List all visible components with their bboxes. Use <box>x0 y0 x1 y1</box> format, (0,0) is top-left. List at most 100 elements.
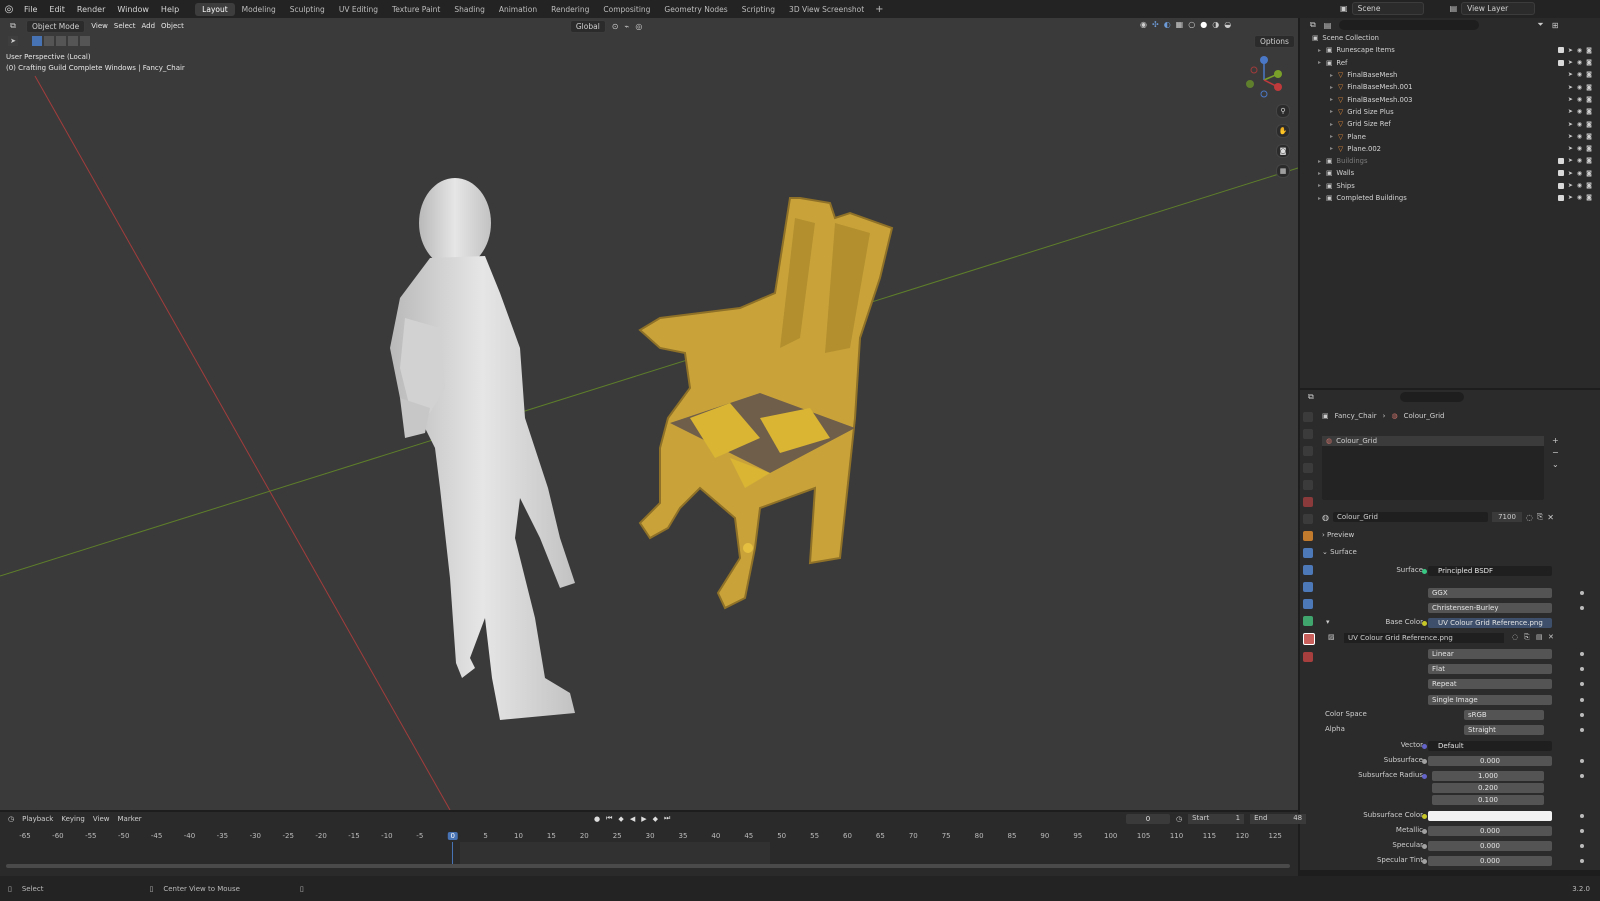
exclude-checkbox[interactable] <box>1557 157 1564 164</box>
exclude-checkbox[interactable] <box>1557 59 1564 66</box>
camera-icon[interactable]: ◙ <box>1586 121 1592 128</box>
outliner-row[interactable]: ▸ ▽ FinalBaseMesh.001 ➤ ◉ ◙ <box>1300 81 1600 93</box>
fake-user-icon[interactable]: ◌ <box>1526 513 1533 522</box>
keyframe-dot[interactable] <box>1580 667 1584 671</box>
output-tab-icon[interactable] <box>1303 446 1313 456</box>
source-dropdown[interactable]: Single Image <box>1428 695 1552 705</box>
eye-icon[interactable]: ◉ <box>1577 96 1582 103</box>
transform-orientation-selector[interactable]: Global <box>569 19 606 33</box>
expand-arrow-icon[interactable]: ▸ <box>1330 121 1338 128</box>
viewport-menu-add[interactable]: Add <box>141 22 155 30</box>
expand-arrow-icon[interactable]: ▸ <box>1330 84 1338 91</box>
keyframe-dot[interactable] <box>1580 698 1584 702</box>
keyframe-dot[interactable] <box>1580 652 1584 656</box>
expand-arrow-icon[interactable]: ▸ <box>1318 59 1326 66</box>
camera-icon[interactable]: ◙ <box>1586 108 1592 115</box>
wireframe-shading-icon[interactable]: ○ <box>1188 20 1195 29</box>
timeline-ruler[interactable]: -65 -60 -55 -50 -45 -40 -35 -30 -25 -20 -15 -10 -5 0 5… <box>0 812 1298 846</box>
camera-icon[interactable]: ◙ <box>1586 47 1592 54</box>
outliner-search-input[interactable] <box>1339 20 1480 30</box>
pan-hand-icon[interactable]: ✋ <box>1276 124 1290 138</box>
proportional-edit-icon[interactable]: ◎ <box>635 22 642 31</box>
subsurface-radius-x-field[interactable]: 1.000 <box>1432 771 1544 781</box>
vector-field[interactable]: Default <box>1428 741 1552 751</box>
tab-uv-editing[interactable]: UV Editing <box>332 3 385 16</box>
eye-icon[interactable]: ◉ <box>1577 108 1582 115</box>
expand-arrow-icon[interactable]: ▸ <box>1330 108 1338 115</box>
camera-view-icon[interactable]: ◙ <box>1276 144 1290 158</box>
overlay-icon[interactable]: ◐ <box>1164 20 1171 29</box>
outliner-row[interactable]: ▸ ▽ FinalBaseMesh ➤ ◉ ◙ <box>1300 69 1600 81</box>
tab-shading[interactable]: Shading <box>447 3 491 16</box>
camera-icon[interactable]: ◙ <box>1586 170 1592 177</box>
tool-tab-icon[interactable] <box>1303 412 1313 422</box>
filter-icon[interactable]: ⏷ <box>1537 20 1543 30</box>
timeline-scrollbar[interactable] <box>6 864 1290 868</box>
texture-tab-icon[interactable] <box>1303 652 1313 662</box>
exclude-checkbox[interactable] <box>1557 47 1564 54</box>
outliner-row-scene-collection[interactable]: ▣ Scene Collection <box>1300 32 1600 44</box>
keyframe-dot[interactable] <box>1580 728 1584 732</box>
expand-arrow-icon[interactable]: ▸ <box>1330 72 1338 79</box>
subsurface-radius-z-field[interactable]: 0.100 <box>1432 795 1544 805</box>
outliner-row[interactable]: ▸ ▽ Plane.002 ➤ ◉ ◙ <box>1300 143 1600 155</box>
specular-field[interactable]: 0.000 <box>1428 841 1552 851</box>
subsurface-radius-y-field[interactable]: 0.200 <box>1432 783 1544 793</box>
base-color-field[interactable]: UV Colour Grid Reference.png <box>1428 618 1552 628</box>
outliner-editor-icon[interactable]: ⧉ <box>1310 20 1316 30</box>
unlink-material-icon[interactable]: ✕ <box>1547 513 1554 522</box>
outliner-row[interactable]: ▸ ▣ Completed Buildings ➤ ◉ ◙ <box>1300 192 1600 204</box>
editor-type-icon[interactable]: ⧉ <box>6 21 20 31</box>
tab-compositing[interactable]: Compositing <box>596 3 657 16</box>
select-intersect-icon[interactable] <box>80 36 90 46</box>
tab-geometry-nodes[interactable]: Geometry Nodes <box>657 3 734 16</box>
viewport-menu-view[interactable]: View <box>91 22 108 30</box>
outliner-row[interactable]: ▸ ▽ Grid Size Plus ➤ ◉ ◙ <box>1300 106 1600 118</box>
select-icon[interactable]: ➤ <box>1568 133 1573 140</box>
playhead[interactable] <box>452 842 453 864</box>
projection-dropdown[interactable]: Flat <box>1428 664 1552 674</box>
mode-selector[interactable]: Object Mode <box>26 19 86 33</box>
tab-scripting[interactable]: Scripting <box>735 3 782 16</box>
camera-icon[interactable]: ◙ <box>1586 194 1592 201</box>
preview-panel-header[interactable]: › Preview <box>1322 531 1354 539</box>
expand-arrow-icon[interactable]: ▸ <box>1318 158 1326 165</box>
keyframe-dot[interactable] <box>1580 682 1584 686</box>
tab-texture-paint[interactable]: Texture Paint <box>385 3 447 16</box>
camera-icon[interactable]: ◙ <box>1586 84 1592 91</box>
distribution-dropdown[interactable]: GGX <box>1428 588 1552 598</box>
eye-icon[interactable]: ◉ <box>1577 194 1582 201</box>
subsurface-method-dropdown[interactable]: Christensen-Burley <box>1428 603 1552 613</box>
add-slot-icon[interactable]: + <box>1552 436 1559 445</box>
select-new-icon[interactable] <box>32 36 42 46</box>
alpha-dropdown[interactable]: Straight <box>1464 725 1544 735</box>
duplicate-material-icon[interactable]: ⎘ <box>1537 512 1543 522</box>
menu-window[interactable]: Window <box>111 5 155 14</box>
select-subtract-icon[interactable] <box>56 36 66 46</box>
material-tab-icon[interactable] <box>1303 633 1315 645</box>
outliner-row[interactable]: ▸ ▽ Plane ➤ ◉ ◙ <box>1300 130 1600 142</box>
keyframe-dot[interactable] <box>1580 814 1584 818</box>
expand-arrow-icon[interactable]: ▸ <box>1330 145 1338 152</box>
specular-tint-field[interactable]: 0.000 <box>1428 856 1552 866</box>
surface-shader-field[interactable]: Principled BSDF <box>1428 566 1552 576</box>
keyframe-dot[interactable] <box>1580 829 1584 833</box>
eye-icon[interactable]: ◉ <box>1577 157 1582 164</box>
surface-panel-header[interactable]: ⌄ Surface <box>1322 548 1357 556</box>
material-name-field[interactable]: Colour_Grid <box>1332 512 1489 522</box>
exclude-checkbox[interactable] <box>1557 194 1564 201</box>
select-icon[interactable]: ➤ <box>1568 71 1573 78</box>
select-invert-icon[interactable] <box>68 36 78 46</box>
material-shading-icon[interactable]: ◑ <box>1212 20 1219 29</box>
navigation-gizmo[interactable] <box>1242 54 1288 100</box>
properties-search-input[interactable] <box>1399 392 1464 402</box>
3d-viewport[interactable] <box>0 18 1298 810</box>
display-mode-icon[interactable]: ▤ <box>1324 21 1332 30</box>
physics-tab-icon[interactable] <box>1303 582 1313 592</box>
tool-select-icon[interactable]: ➤ <box>8 36 18 46</box>
image-duplicate-icon[interactable]: ⎘ <box>1524 633 1530 642</box>
viewport-menu-select[interactable]: Select <box>114 22 136 30</box>
keyframe-dot[interactable] <box>1580 844 1584 848</box>
camera-icon[interactable]: ◙ <box>1586 145 1592 152</box>
camera-icon[interactable]: ◙ <box>1586 71 1592 78</box>
